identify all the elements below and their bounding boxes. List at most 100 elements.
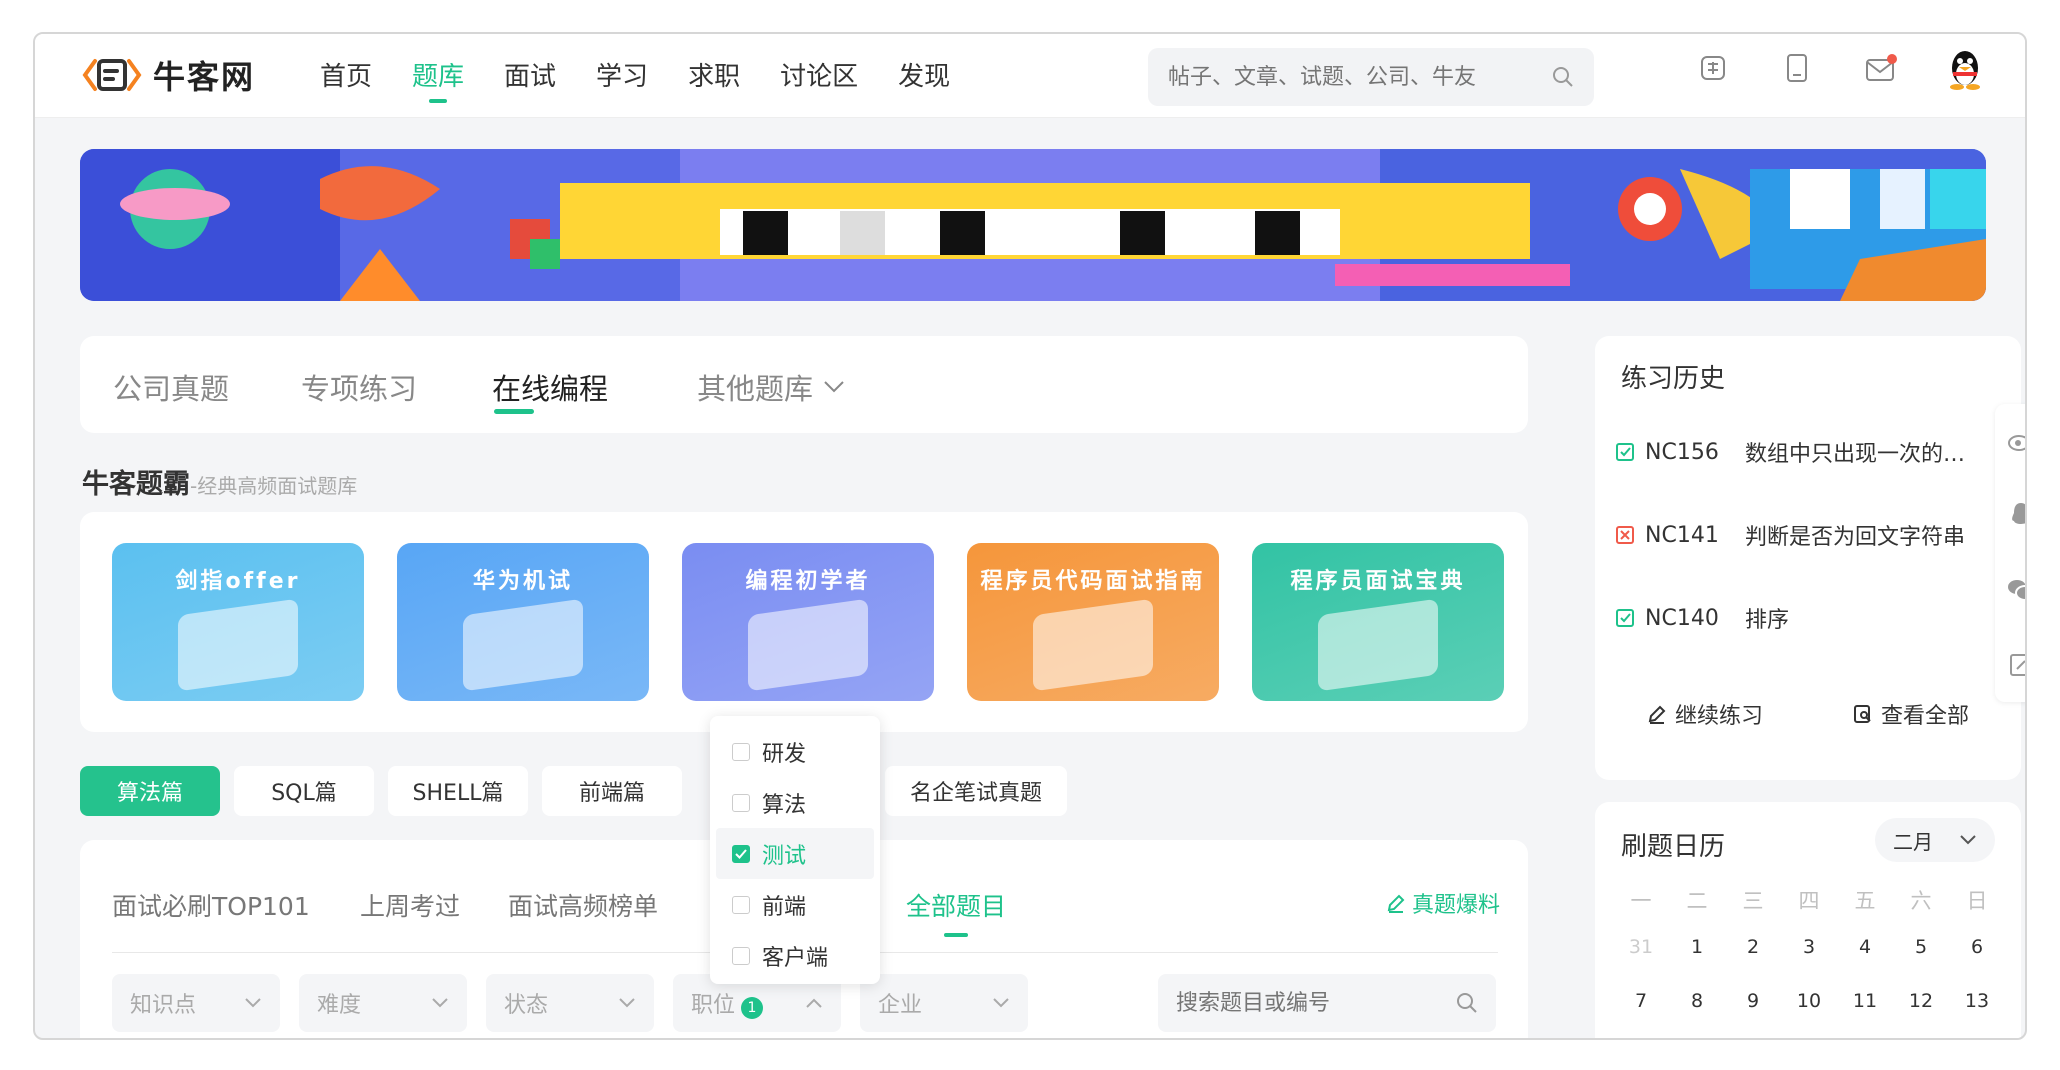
nav-discover[interactable]: 发现 xyxy=(898,56,950,103)
section-title-text: 牛客题霸 xyxy=(82,469,190,500)
wechat-icon[interactable] xyxy=(2006,577,2027,603)
avatar[interactable] xyxy=(1945,48,1985,90)
book-title: 程序员面试宝典 xyxy=(1290,569,1466,594)
filter-company[interactable]: 企业 xyxy=(860,974,1028,1032)
nav-jobs[interactable]: 求职 xyxy=(688,56,740,103)
view-all-label: 查看全部 xyxy=(1881,704,1970,729)
calendar-day[interactable]: 19 xyxy=(1893,1028,1949,1038)
calendar-day[interactable]: 2 xyxy=(1725,920,1781,974)
nav-question-bank[interactable]: 题库 xyxy=(412,56,464,103)
pill-frontend[interactable]: 前端篇 xyxy=(542,766,682,816)
calendar-day[interactable]: 17 xyxy=(1781,1028,1837,1038)
pill-shell[interactable]: SHELL篇 xyxy=(388,766,528,816)
tab-high-frequency[interactable]: 面试高频榜单 xyxy=(508,887,658,923)
feedback-icon[interactable] xyxy=(2008,652,2027,678)
pill-company-exams[interactable]: 名企笔试真题 xyxy=(885,766,1067,816)
calendar-day[interactable]: 20 xyxy=(1949,1028,2005,1038)
history-item[interactable]: NC141 判断是否为回文字符串 xyxy=(1615,519,1985,551)
checkbox[interactable] xyxy=(732,895,750,914)
leak-link[interactable]: 真题爆料 xyxy=(1386,887,1500,919)
tab-top101[interactable]: 面试必刷TOP101 xyxy=(112,887,310,923)
book-card-jianzhi-offer[interactable]: 剑指offer xyxy=(112,543,364,701)
calendar-day[interactable]: 18 xyxy=(1837,1028,1893,1038)
view-all-button[interactable]: 查看全部 xyxy=(1853,698,1969,730)
calendar-day[interactable]: 4 xyxy=(1837,920,1893,974)
global-search-input[interactable] xyxy=(1168,64,1552,90)
nav-home[interactable]: 首页 xyxy=(320,56,372,103)
tab-all-questions[interactable]: 全部题目 xyxy=(906,887,1006,937)
filter-difficulty[interactable]: 难度 xyxy=(299,974,467,1032)
calendar-day[interactable]: 15 xyxy=(1669,1028,1725,1038)
search-icon[interactable] xyxy=(1552,66,1574,88)
tab-online-coding[interactable]: 在线编程 xyxy=(492,366,608,414)
book-card-code-guide[interactable]: 程序员代码面试指南 xyxy=(967,543,1219,701)
weekday-label: 四 xyxy=(1798,889,1820,913)
weekday-label: 日 xyxy=(1966,889,1988,913)
tab-special-practice[interactable]: 专项练习 xyxy=(301,366,417,408)
calendar-day[interactable]: 3 xyxy=(1781,920,1837,974)
month-select[interactable]: 二月 xyxy=(1875,818,1995,862)
calendar-day[interactable]: 12 xyxy=(1893,974,1949,1028)
filter-knowledge[interactable]: 知识点 xyxy=(112,974,280,1032)
position-option-frontend[interactable]: 前端 xyxy=(710,879,880,930)
logo[interactable]: 牛客网 xyxy=(81,52,255,98)
history-item[interactable]: NC140 排序 xyxy=(1615,602,1985,634)
checkbox-checked[interactable] xyxy=(732,844,750,863)
filter-difficulty-label: 难度 xyxy=(317,993,362,1018)
side-toolbar xyxy=(1995,404,2027,702)
book-illustration xyxy=(1318,598,1438,692)
calendar-day[interactable]: 9 xyxy=(1725,974,1781,1028)
calendar-day[interactable]: 11 xyxy=(1837,974,1893,1028)
history-item[interactable]: NC156 数组中只出现一次的数... xyxy=(1615,436,1985,468)
calendar-day[interactable]: 5 xyxy=(1893,920,1949,974)
book-card-interview-bible[interactable]: 程序员面试宝典 xyxy=(1252,543,1504,701)
book-illustration xyxy=(1033,598,1153,692)
calendar-day[interactable]: 16 xyxy=(1725,1028,1781,1038)
qq-icon[interactable] xyxy=(2009,501,2027,529)
calendar-day[interactable]: 10 xyxy=(1781,974,1837,1028)
pill-sql[interactable]: SQL篇 xyxy=(234,766,374,816)
position-option-testing[interactable]: 测试 xyxy=(716,828,874,879)
nav-learn[interactable]: 学习 xyxy=(596,56,648,103)
message-icon[interactable] xyxy=(1861,48,1901,88)
calendar-day[interactable]: 6 xyxy=(1949,920,2005,974)
month-label: 二月 xyxy=(1893,829,1933,854)
checkbox[interactable] xyxy=(732,742,750,761)
calendar-day[interactable]: 7 xyxy=(1613,974,1669,1028)
checkbox[interactable] xyxy=(732,946,750,965)
position-option-client[interactable]: 客户端 xyxy=(710,930,880,981)
book-title: 剑指offer xyxy=(175,569,301,594)
continue-practice-button[interactable]: 继续练习 xyxy=(1647,698,1763,730)
calendar-day[interactable]: 1 xyxy=(1669,920,1725,974)
question-search-input[interactable] xyxy=(1176,990,1456,1016)
position-option-algorithm[interactable]: 算法 xyxy=(710,777,880,828)
nav-discussion[interactable]: 讨论区 xyxy=(780,56,858,103)
chevron-down-icon xyxy=(432,998,448,1008)
calendar-day[interactable]: 13 xyxy=(1949,974,2005,1028)
tab-company-questions[interactable]: 公司真题 xyxy=(113,366,229,408)
history-name: 排序 xyxy=(1745,608,1790,633)
position-option-dev[interactable]: 研发 xyxy=(710,726,880,777)
checkbox[interactable] xyxy=(732,793,750,812)
calendar-day[interactable]: 14 xyxy=(1613,1028,1669,1038)
app-download-icon[interactable] xyxy=(1777,48,1817,88)
calendar-day[interactable]: 31 xyxy=(1613,920,1669,974)
nav-interview[interactable]: 面试 xyxy=(504,56,556,103)
weekday-label: 六 xyxy=(1910,889,1932,913)
logo-icon xyxy=(82,59,142,91)
history-name: 判断是否为回文字符串 xyxy=(1745,525,1966,550)
book-card-beginner[interactable]: 编程初学者 xyxy=(682,543,934,701)
recruit-icon[interactable] xyxy=(1693,48,1733,88)
promo-banner[interactable] xyxy=(80,149,1986,301)
tab-last-week[interactable]: 上周考过 xyxy=(360,887,460,923)
practice-calendar: 刷题日历 二月 一二三四五六日3112345678910111213141516… xyxy=(1595,802,2021,1038)
weibo-icon[interactable] xyxy=(2007,428,2027,452)
tab-other-banks[interactable]: 其他题库 xyxy=(697,366,845,408)
weekday-label: 二 xyxy=(1686,889,1708,913)
pill-algorithm[interactable]: 算法篇 xyxy=(80,766,220,816)
filter-status[interactable]: 状态 xyxy=(486,974,654,1032)
search-icon[interactable] xyxy=(1456,992,1478,1014)
book-card-huawei[interactable]: 华为机试 xyxy=(397,543,649,701)
calendar-day[interactable]: 8 xyxy=(1669,974,1725,1028)
browser-frame: 牛客网 首页 题库 面试 学习 求职 讨论区 发现 帖子、文章、试题、公司、牛友… xyxy=(33,32,2027,1040)
